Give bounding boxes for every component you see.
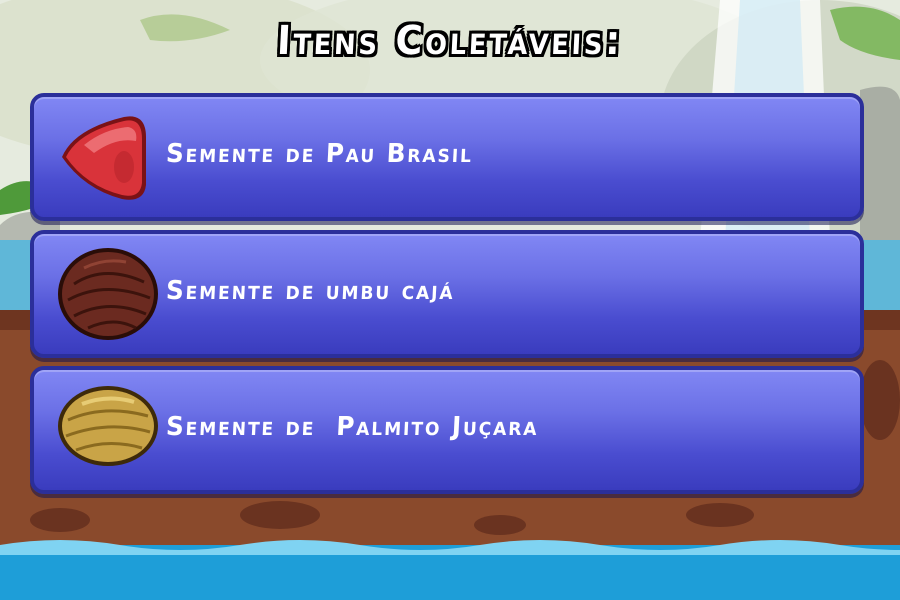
game-screen: Itens Coletáveis: Semente de Pau Brasil	[0, 0, 900, 600]
brown-seed-icon	[54, 244, 160, 344]
red-seed-icon	[54, 107, 160, 207]
item-label: Semente de Pau Brasil	[165, 139, 474, 169]
item-label: Semente de Palmito Juçara	[165, 412, 540, 442]
item-label: Semente de umbu cajá	[165, 276, 456, 306]
collectible-item-umbu-caja[interactable]: Semente de umbu cajá	[30, 230, 864, 358]
golden-seed-icon	[54, 380, 160, 480]
collectible-item-pau-brasil[interactable]: Semente de Pau Brasil	[30, 93, 864, 221]
collectible-item-palmito-jucara[interactable]: Semente de Palmito Juçara	[30, 366, 864, 494]
page-title: Itens Coletáveis:	[276, 18, 624, 64]
